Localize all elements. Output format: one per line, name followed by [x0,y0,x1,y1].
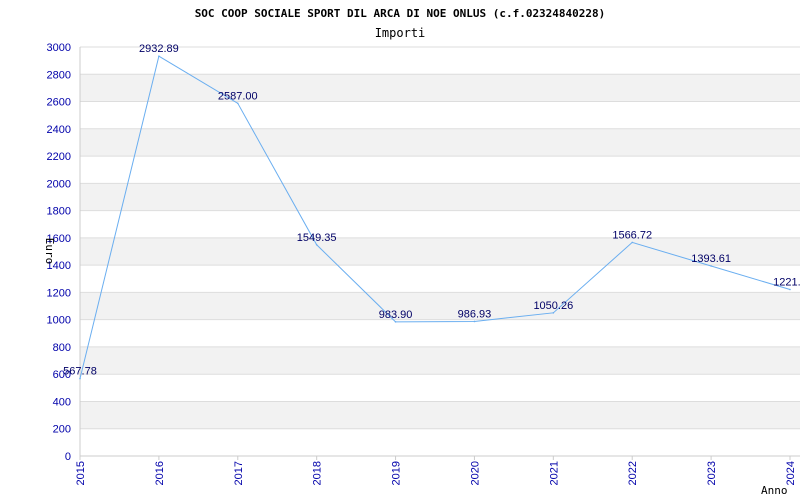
x-tick-label: 2022 [627,461,639,485]
chart-title: SOC COOP SOCIALE SPORT DIL ARCA DI NOE O… [195,7,606,20]
data-point [236,102,239,105]
line-chart: 0200400600800100012001400160018002000220… [43,7,800,497]
y-tick-label: 2400 [47,124,71,136]
data-label: 2587.00 [218,90,258,102]
x-tick-label: 2018 [312,461,324,485]
data-label: 1050.26 [533,300,573,312]
grid-band [80,128,800,157]
series-lines [79,55,791,380]
series-line [79,55,791,379]
y-tick-label: 200 [53,424,71,436]
data-point [158,55,160,57]
y-tick-label: 2000 [47,178,71,190]
y-tick-label: 3000 [47,42,71,54]
chart-subtitle: Importi [375,26,426,40]
y-axis-label: Euro [43,238,56,265]
data-point [79,377,81,380]
x-tick-label: 2024 [785,461,797,485]
data-label: 1549.35 [297,232,337,244]
data-label: 2932.89 [139,43,179,55]
y-tick-label: 1200 [47,287,71,299]
x-tick-label: 2017 [233,461,245,485]
data-point [789,288,791,291]
data-point [552,312,555,314]
y-tick-label: 400 [53,396,71,408]
y-tick-label: 1800 [47,206,71,218]
grid-band [80,183,800,211]
data-label: 1393.61 [691,253,731,265]
y-tick-label: 2200 [47,151,71,163]
x-tick-label: 2015 [75,461,87,485]
grid-band [80,401,800,429]
background-bands [80,74,800,429]
data-label: 1221.2 [773,277,800,289]
data-point [631,241,634,244]
data-label: 983.90 [379,309,413,321]
y-tick-label: 0 [65,451,71,463]
x-tick-label: 2023 [706,461,718,485]
x-tick-label: 2020 [469,461,481,485]
data-point [315,243,318,246]
data-label: 986.93 [458,308,492,320]
x-tick-label: 2016 [154,461,166,485]
x-tick-label: 2021 [548,461,560,485]
data-label: 1566.72 [612,229,652,241]
y-tick-label: 2800 [47,69,71,81]
x-tick-label: 2019 [391,461,403,485]
data-point [394,321,397,323]
grid-band [80,74,800,102]
y-tick-label: 1000 [47,315,71,327]
y-tick-label: 2600 [47,97,71,109]
grid-band [80,292,800,320]
data-point [473,320,476,323]
y-tick-label: 800 [53,342,71,354]
grid-band [80,346,800,375]
data-point [710,265,712,267]
x-axis-label: Anno [761,484,788,497]
data-label: 567.78 [63,366,97,378]
x-tick-labels: 2015 2016 2017 2018 2019 2020 2021 2022 2023 2024 [75,461,797,485]
